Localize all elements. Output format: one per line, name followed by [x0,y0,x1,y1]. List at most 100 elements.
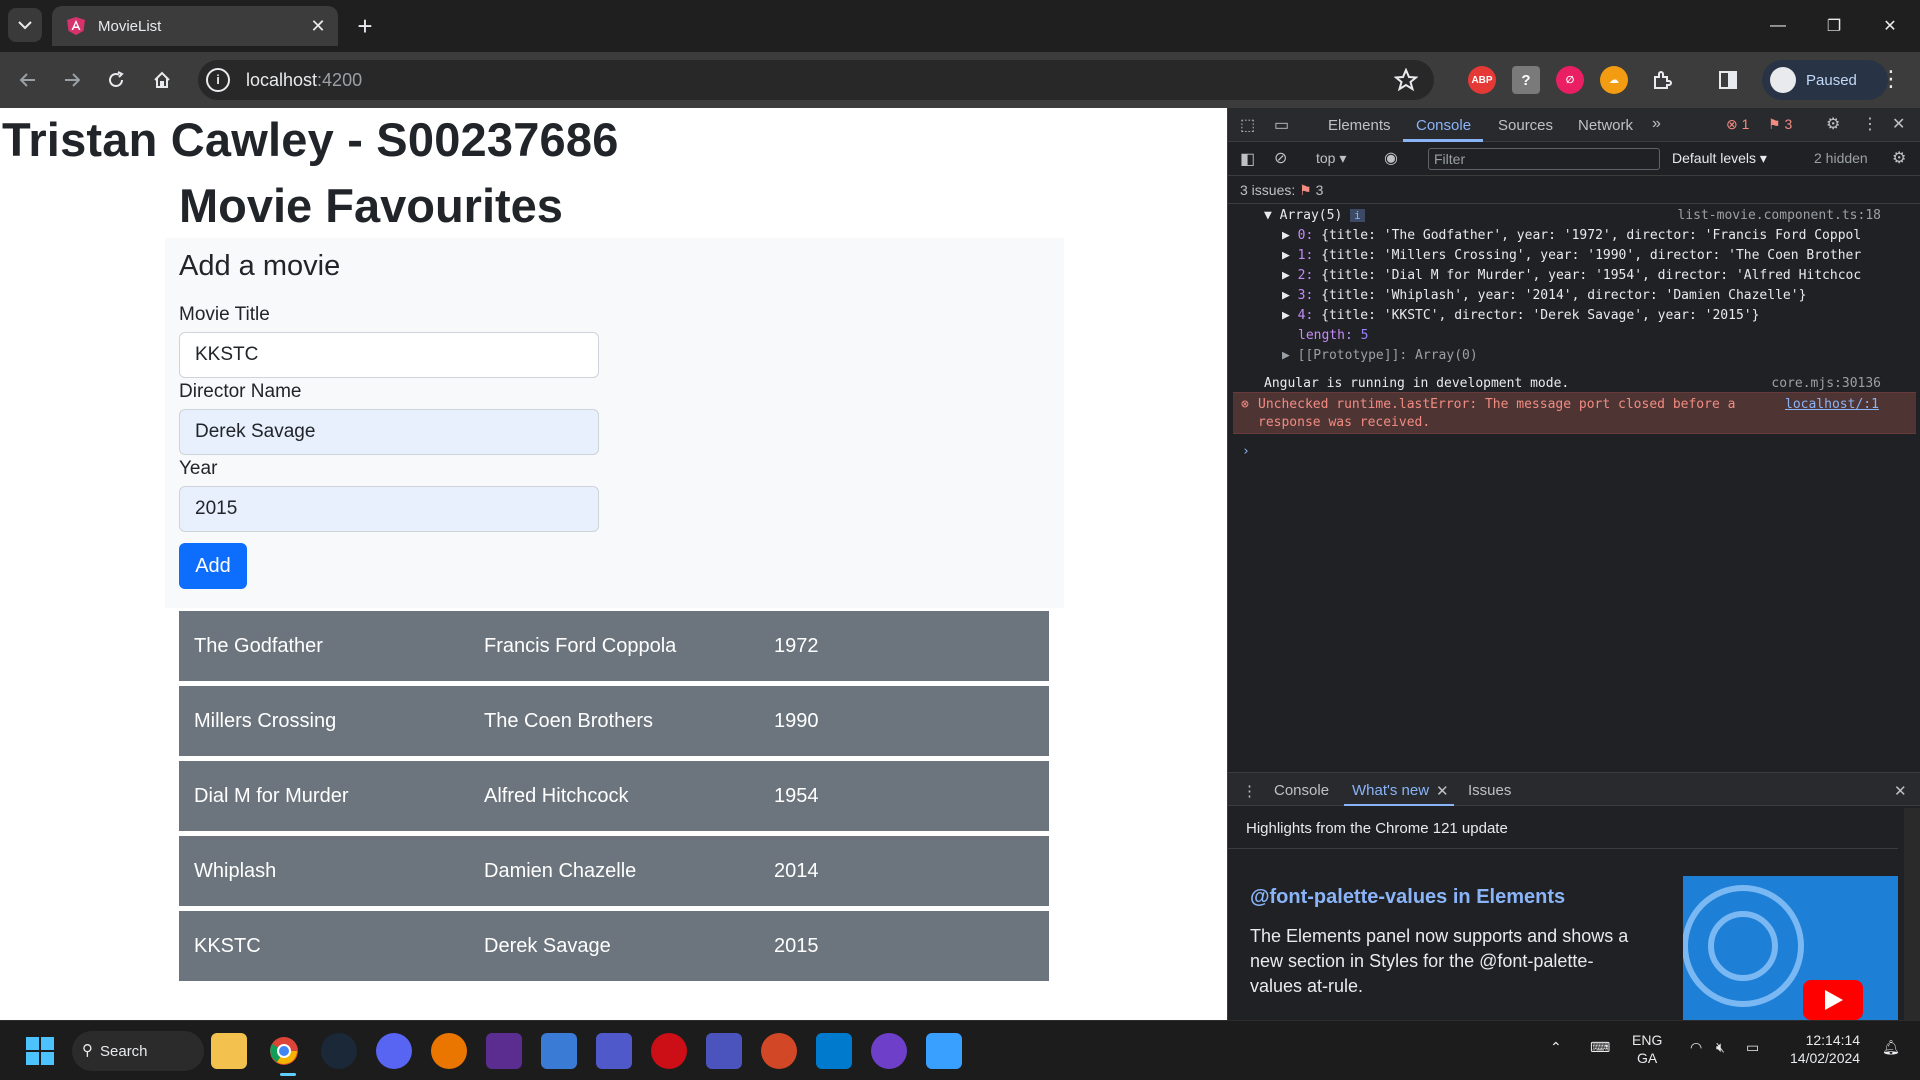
notepad-icon[interactable] [926,1033,962,1069]
chrome-video-thumbnail-icon [1683,876,1898,1020]
eye-icon[interactable]: ◉ [1384,148,1398,168]
array-prototype[interactable]: ▶ [[Prototype]]: Array(0) [1282,348,1478,363]
address-bar[interactable]: i localhost:4200 [198,60,1434,100]
browser-tab[interactable]: MovieList ✕ [52,6,338,46]
devtools-menu-icon[interactable]: ⋮ [1862,114,1878,134]
powerpoint-icon[interactable] [761,1033,797,1069]
profile-button[interactable]: Paused [1762,60,1888,100]
more-tabs-icon[interactable]: » [1652,115,1661,133]
web-page: Tristan Cawley - S00237686 Movie Favouri… [0,108,1227,1020]
context-selector[interactable]: top ▾ [1316,150,1346,167]
tab-network[interactable]: Network [1578,117,1633,134]
drawer-tab-issues[interactable]: Issues [1468,782,1511,799]
file-explorer-icon[interactable] [211,1033,247,1069]
tab-console[interactable]: Console [1416,117,1471,134]
taskbar-search[interactable]: ⚲ Search [72,1031,204,1071]
close-window-button[interactable]: ✕ [1862,0,1918,52]
extensions-puzzle-icon[interactable] [1648,66,1676,94]
wifi-icon[interactable]: ◠ [1690,1039,1702,1056]
chrome-icon[interactable] [266,1033,302,1069]
tab-search-button[interactable] [8,8,42,42]
array-log-line[interactable]: ▼ Array(5) i [1264,208,1365,223]
movie-title-input[interactable] [179,332,599,378]
movie-row[interactable]: Millers Crossing The Coen Brothers 1990 [179,686,1049,756]
github-desktop-icon[interactable] [871,1033,907,1069]
restore-button[interactable]: ❐ [1806,0,1862,52]
battery-icon[interactable]: ▭ [1746,1039,1759,1056]
console-filter-input[interactable]: Filter [1428,148,1660,170]
array-item[interactable]: ▶ 2: {title: 'Dial M for Murder', year: … [1282,268,1861,283]
side-panel-icon[interactable] [1714,66,1742,94]
vscode-icon[interactable] [816,1033,852,1069]
drawer-scrollbar[interactable] [1904,808,1920,1020]
error-source-link[interactable]: localhost/:1 [1785,397,1879,412]
array-item[interactable]: ▶ 0: {title: 'The Godfather', year: '197… [1282,228,1861,243]
array-item[interactable]: ▶ 3: {title: 'Whiplash', year: '2014', d… [1282,288,1806,303]
drawer-tab-console[interactable]: Console [1274,782,1329,799]
help-extension-icon[interactable]: ? [1512,66,1540,94]
add-movie-button[interactable]: Add [179,543,247,589]
settings-gear-icon[interactable]: ⚙ [1826,114,1840,134]
windows-start-icon[interactable] [22,1033,58,1069]
tray-overflow-icon[interactable]: ⌃ [1550,1039,1562,1056]
back-button[interactable] [12,64,44,96]
movie-row[interactable]: Dial M for Murder Alfred Hitchcock 1954 [179,761,1049,831]
issues-bar[interactable]: 3 issues: ⚑ 3 [1228,176,1920,204]
clear-console-icon[interactable]: ⊘ [1274,148,1287,168]
adblock-extension-icon[interactable]: ABP [1468,66,1496,94]
close-drawer-icon[interactable]: ✕ [1894,782,1907,800]
movie-row[interactable]: Whiplash Damien Chazelle 2014 [179,836,1049,906]
close-devtools-icon[interactable]: ✕ [1892,114,1905,134]
teams-icon[interactable] [596,1033,632,1069]
error-count-badge[interactable]: ⊗ 1 [1726,116,1749,133]
angular-source-link[interactable]: core.mjs:30136 [1771,376,1881,391]
bookmark-star-icon[interactable] [1394,68,1418,92]
log-levels-dropdown[interactable]: Default levels ▾ [1672,150,1767,167]
drawer-tab-whats-new[interactable]: What's new [1352,782,1429,799]
reload-button[interactable] [100,64,132,96]
weather-extension-icon[interactable]: ☁ [1600,66,1628,94]
photos-icon[interactable] [541,1033,577,1069]
blocker-extension-icon[interactable]: ∅ [1556,66,1584,94]
issue-count-badge[interactable]: ⚑ 3 [1768,116,1792,133]
inspect-element-icon[interactable]: ⬚ [1240,115,1255,135]
year-input[interactable] [179,486,599,532]
blender-icon[interactable] [431,1033,467,1069]
sidebar-toggle-icon[interactable]: ◧ [1240,149,1255,169]
device-toolbar-icon[interactable]: ▭ [1274,115,1289,135]
console-prompt-icon[interactable]: › [1242,444,1250,459]
console-settings-gear-icon[interactable]: ⚙ [1892,148,1906,168]
form-title: Add a movie [179,250,341,282]
chrome-menu-icon[interactable]: ⋮ [1880,66,1902,92]
discord-icon[interactable] [376,1033,412,1069]
language-indicator[interactable]: ENG GA [1632,1031,1662,1067]
array-item[interactable]: ▶ 1: {title: 'Millers Crossing', year: '… [1282,248,1861,263]
director-input[interactable] [179,409,599,455]
close-whats-new-icon[interactable]: ✕ [1436,782,1449,800]
teams-work-icon[interactable] [706,1033,742,1069]
home-button[interactable] [146,64,178,96]
site-info-icon[interactable]: i [206,68,230,92]
forward-button[interactable] [56,64,88,96]
tab-close-icon[interactable]: ✕ [308,16,328,37]
tab-sources[interactable]: Sources [1498,117,1553,134]
whats-new-subtitle: Highlights from the Chrome 121 update [1246,820,1508,837]
visual-studio-icon[interactable] [486,1033,522,1069]
tab-elements[interactable]: Elements [1328,117,1391,134]
log-source-link[interactable]: list-movie.component.ts:18 [1678,208,1882,223]
volume-muted-icon[interactable]: 🔇︎ [1716,1039,1725,1056]
opera-icon[interactable] [651,1033,687,1069]
movie-row[interactable]: The Godfather Francis Ford Coppola 1972 [179,611,1049,681]
error-count: 1 [1741,116,1750,132]
notification-bell-icon[interactable]: 🔔︎ [1882,1039,1900,1056]
video-thumbnail[interactable] [1683,876,1898,1020]
minimize-button[interactable]: — [1750,0,1806,52]
drawer-menu-icon[interactable]: ⋮ [1242,782,1257,800]
movie-row[interactable]: KKSTC Derek Savage 2015 [179,911,1049,981]
keyboard-icon[interactable]: ⌨ [1590,1039,1610,1056]
clock[interactable]: 12:14:14 14/02/2024 [1790,1031,1860,1067]
array-item[interactable]: ▶ 4: {title: 'KKSTC', director: 'Derek S… [1282,308,1759,323]
new-tab-button[interactable]: + [350,12,380,42]
steam-icon[interactable] [321,1033,357,1069]
whats-new-title[interactable]: @font-palette-values in Elements [1250,886,1565,909]
